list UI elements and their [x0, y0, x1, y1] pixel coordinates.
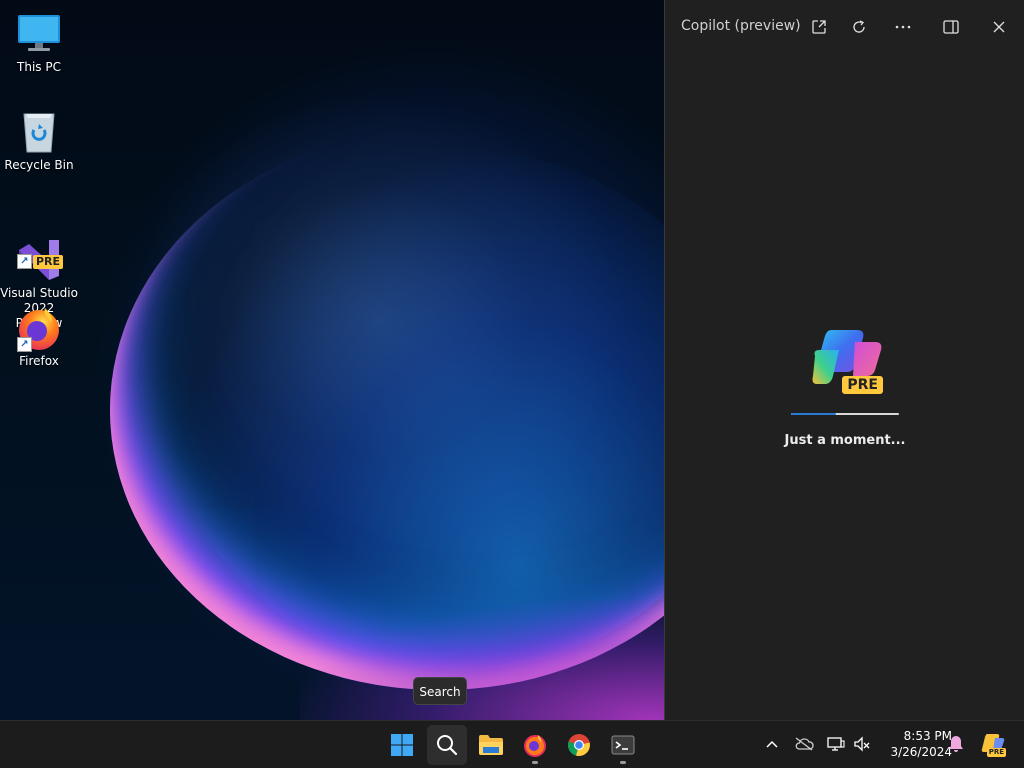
windows-logo-icon: [391, 734, 413, 756]
chrome-taskbar-button[interactable]: [559, 725, 599, 765]
more-options-button[interactable]: [889, 14, 917, 40]
recycle-bin-icon: [15, 108, 63, 156]
dock-panel-icon: [943, 20, 959, 34]
file-explorer-button[interactable]: [471, 725, 511, 765]
refresh-icon: [853, 20, 865, 33]
folder-icon: [479, 735, 503, 755]
search-tooltip: Search: [413, 677, 467, 705]
loading-text: Just a moment...: [784, 433, 906, 448]
desktop-icon-label: Recycle Bin: [4, 158, 74, 172]
chevron-up-icon: [766, 740, 778, 748]
terminal-taskbar-button[interactable]: [603, 725, 643, 765]
bell-icon: [949, 736, 963, 752]
desktop-icon-label: Firefox: [19, 354, 59, 368]
network-button[interactable]: [826, 734, 846, 754]
show-hidden-icons-button[interactable]: [762, 734, 782, 754]
monitor-icon: [15, 10, 63, 58]
running-indicator: [620, 761, 626, 764]
firefox-icon: ↗: [15, 304, 63, 352]
open-external-icon: [812, 20, 826, 34]
chrome-icon: [567, 734, 590, 756]
search-icon: [437, 735, 458, 756]
preview-badge: PRE: [32, 255, 63, 269]
clock[interactable]: 8:53 PM 3/26/2024: [876, 728, 952, 760]
start-button[interactable]: [382, 725, 422, 765]
copilot-preview-badge: PRE: [986, 748, 1006, 757]
clock-date: 3/26/2024: [890, 745, 952, 759]
copilot-header: Copilot (preview): [665, 0, 1024, 54]
clock-time: 8:53 PM: [903, 729, 952, 743]
shortcut-arrow-icon: ↗: [17, 337, 32, 352]
copilot-title: Copilot (preview): [681, 18, 801, 34]
more-icon: [895, 25, 911, 29]
dock-panel-button[interactable]: [937, 14, 965, 40]
volume-button[interactable]: [852, 734, 872, 754]
close-button[interactable]: [985, 14, 1013, 40]
loading-progress-fill: [791, 413, 837, 415]
copilot-taskbar-button[interactable]: PRE: [980, 731, 1006, 757]
desktop-icon-label: This PC: [17, 60, 61, 74]
running-indicator: [532, 761, 538, 764]
close-icon: [993, 21, 1005, 33]
firefox-taskbar-button[interactable]: [515, 725, 555, 765]
refresh-button[interactable]: [845, 14, 873, 40]
terminal-icon: [611, 735, 635, 755]
screen: This PC Recycle Bin PRE ↗ Visual Studio …: [0, 0, 1024, 768]
loading-progress-bar: [791, 413, 899, 415]
notifications-button[interactable]: [946, 734, 966, 754]
volume-muted-icon: [854, 736, 870, 752]
desktop-icon-recycle-bin[interactable]: Recycle Bin: [0, 102, 78, 173]
shortcut-arrow-icon: ↗: [17, 254, 32, 269]
copilot-preview-badge: PRE: [842, 376, 883, 394]
desktop-icon-firefox[interactable]: ↗ Firefox: [0, 298, 78, 369]
visual-studio-icon: PRE ↗: [15, 221, 63, 280]
open-external-button[interactable]: [805, 14, 833, 40]
network-icon: [827, 737, 845, 751]
copilot-panel: Copilot (preview) PRE Just a moment...: [664, 0, 1024, 720]
firefox-icon: [524, 735, 546, 757]
onedrive-button[interactable]: [794, 734, 814, 754]
onedrive-offline-icon: [795, 737, 814, 751]
desktop-icon-this-pc[interactable]: This PC: [0, 4, 78, 75]
search-button[interactable]: [427, 725, 467, 765]
copilot-logo: PRE: [809, 326, 885, 396]
